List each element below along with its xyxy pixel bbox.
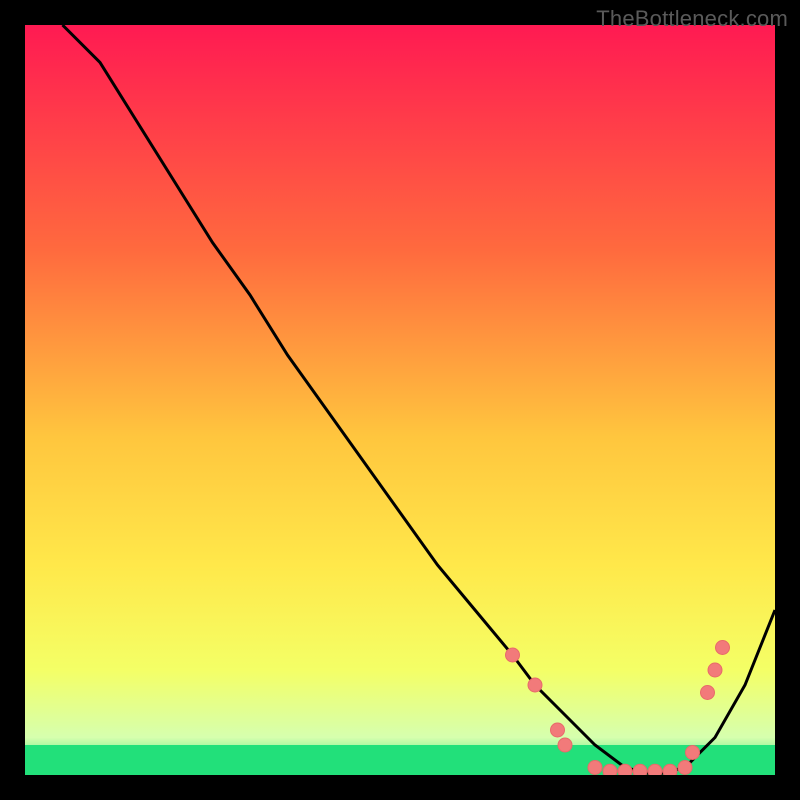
plot-area [25,25,775,775]
sample-dot [528,678,542,692]
sample-dot [603,764,617,775]
sample-dot [618,764,632,775]
watermark-text: TheBottleneck.com [596,6,788,32]
sample-dot [506,648,520,662]
chart-frame: TheBottleneck.com [0,0,800,800]
sample-dot [708,663,722,677]
sample-dot [588,761,602,775]
sample-dot [633,764,647,775]
sample-dot [558,738,572,752]
optimal-band [25,745,775,775]
sample-dot [701,686,715,700]
sample-dot [648,764,662,775]
gradient-background [25,25,775,775]
sample-dot [663,764,677,775]
sample-dot [678,761,692,775]
sample-dot [551,723,565,737]
chart-svg [25,25,775,775]
sample-dot [716,641,730,655]
sample-dot [686,746,700,760]
